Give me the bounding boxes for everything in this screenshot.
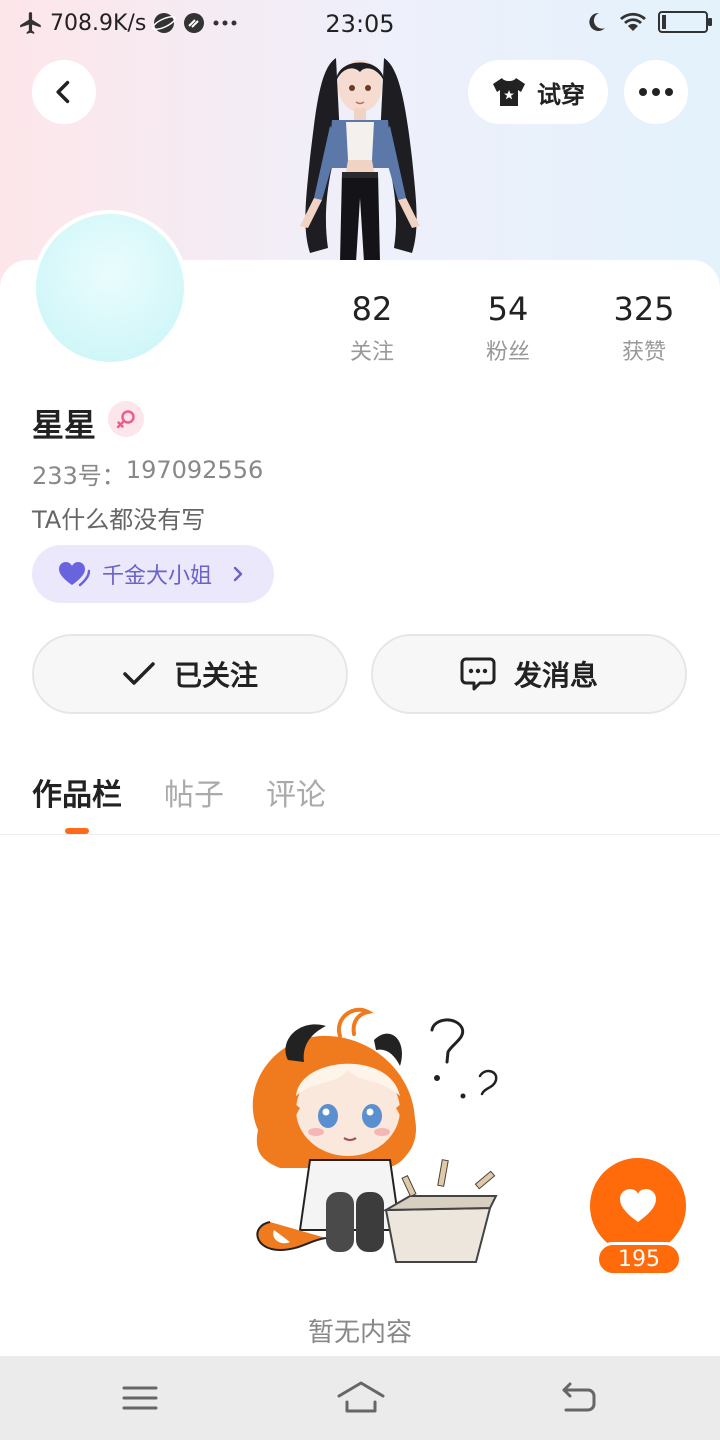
- system-navigation-bar: [0, 1356, 720, 1440]
- chevron-right-icon: [233, 566, 243, 582]
- stat-likes-label: 获赞: [621, 340, 666, 365]
- tabs-divider: [0, 834, 720, 835]
- send-message-button[interactable]: 发消息: [371, 634, 687, 714]
- tab-works[interactable]: 作品栏: [32, 770, 122, 814]
- stat-followers-count: 54: [487, 290, 529, 328]
- status-right: [584, 10, 712, 34]
- stat-likes[interactable]: 325 获赞: [584, 290, 704, 366]
- status-bar: 708.9K/s 23:05: [0, 0, 720, 50]
- back-button[interactable]: [32, 60, 96, 124]
- stat-followers[interactable]: 54 粉丝: [448, 290, 568, 366]
- chat-bubble-icon: [460, 657, 496, 691]
- stat-followers-label: 粉丝: [485, 340, 530, 365]
- checkmark-icon: [123, 662, 155, 685]
- home-icon[interactable]: [336, 1378, 386, 1418]
- tab-posts[interactable]: 帖子: [164, 770, 224, 814]
- tshirt-icon: [493, 78, 525, 106]
- title-badge-label: 千金大小姐: [102, 564, 213, 589]
- wifi-icon: [620, 12, 646, 31]
- followed-button[interactable]: 已关注: [32, 634, 348, 714]
- heart-badge-icon: [59, 562, 90, 587]
- content-tabs: 作品栏 帖子 评论: [32, 770, 326, 814]
- stat-following-label: 关注: [349, 340, 394, 365]
- stat-following-count: 82: [351, 290, 393, 328]
- battery-icon: [658, 11, 712, 33]
- tab-comments[interactable]: 评论: [266, 770, 326, 814]
- send-message-label: 发消息: [513, 659, 598, 692]
- try-on-button[interactable]: 试穿: [468, 60, 608, 124]
- stat-following[interactable]: 82 关注: [312, 290, 432, 366]
- try-on-label: 试穿: [537, 80, 585, 109]
- user-id: 233号： 197092556: [32, 456, 263, 491]
- title-badge[interactable]: 千金大小姐: [32, 545, 274, 603]
- heart-icon: [620, 1189, 656, 1222]
- username: 星星: [32, 406, 97, 444]
- menu-icon[interactable]: [120, 1378, 160, 1418]
- stat-likes-count: 325: [613, 290, 675, 328]
- empty-state-illustration: [252, 1007, 498, 1263]
- more-button[interactable]: [624, 60, 688, 124]
- like-button[interactable]: [590, 1158, 686, 1254]
- female-icon: [108, 401, 144, 437]
- more-dots-icon: [639, 88, 673, 96]
- followed-label: 已关注: [173, 659, 258, 692]
- user-bio: TA什么都没有写: [32, 506, 206, 534]
- avatar[interactable]: [32, 210, 188, 366]
- user-id-label: 233号：: [32, 462, 126, 490]
- empty-state-text: 暂无内容: [307, 1318, 412, 1348]
- chevron-left-icon: [56, 80, 70, 104]
- moon-icon: [589, 12, 605, 31]
- avatar-3d-figure[interactable]: [280, 48, 440, 262]
- user-id-value: 197092556: [125, 456, 264, 484]
- like-count: 195: [596, 1242, 682, 1276]
- back-nav-icon[interactable]: [558, 1378, 598, 1418]
